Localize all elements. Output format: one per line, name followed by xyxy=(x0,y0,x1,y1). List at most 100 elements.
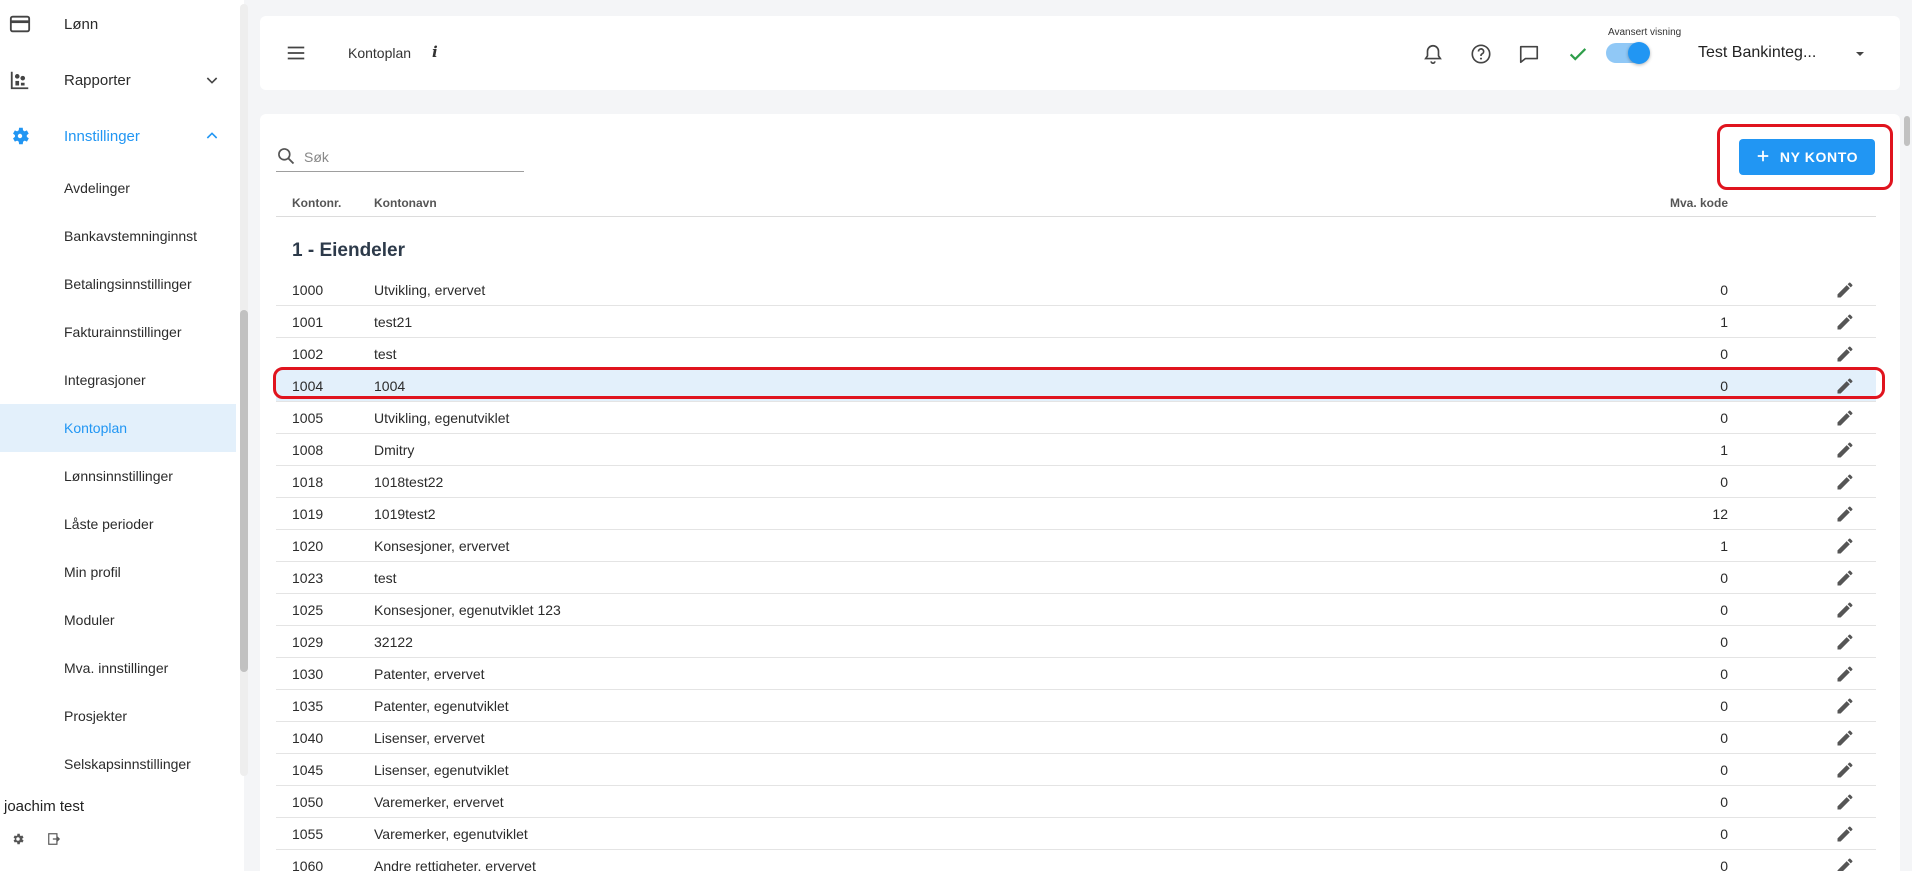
account-number: 1019 xyxy=(292,506,324,522)
edit-pencil-icon[interactable] xyxy=(1834,311,1856,333)
main-scrollbar-thumb[interactable] xyxy=(1904,116,1910,146)
info-icon[interactable]: i xyxy=(432,43,438,61)
account-number: 1008 xyxy=(292,442,324,458)
edit-pencil-icon[interactable] xyxy=(1834,631,1856,653)
account-name: 1018test22 xyxy=(374,474,444,490)
bell-icon[interactable] xyxy=(1419,40,1447,68)
vat-code: 0 xyxy=(1720,634,1728,650)
sidebar-item-prosjekter[interactable]: Prosjekter xyxy=(0,692,236,740)
advanced-view-toggle-knob[interactable] xyxy=(1628,42,1650,64)
table-row[interactable]: 1019 1019test2 12 xyxy=(276,498,1876,530)
column-header-number[interactable]: Kontonr. xyxy=(292,196,341,210)
edit-pencil-icon[interactable] xyxy=(1834,759,1856,781)
company-selector[interactable]: Test Bankinteg... xyxy=(1698,44,1816,62)
table-row[interactable]: 1005 Utvikling, egenutviklet 0 xyxy=(276,402,1876,434)
table-row[interactable]: 1029 32122 0 xyxy=(276,626,1876,658)
vat-code: 1 xyxy=(1720,538,1728,554)
table-row[interactable]: 1025 Konsesjoner, egenutviklet 123 0 xyxy=(276,594,1876,626)
user-name: joachim test xyxy=(4,798,85,815)
account-name: Konsesjoner, ervervet xyxy=(374,538,510,554)
settings-gear-icon[interactable] xyxy=(9,830,27,848)
table-row[interactable]: 1045 Lisenser, egenutviklet 0 xyxy=(276,754,1876,786)
sidebar-item-min-profil[interactable]: Min profil xyxy=(0,548,236,596)
edit-pencil-icon[interactable] xyxy=(1834,663,1856,685)
edit-pencil-icon[interactable] xyxy=(1834,407,1856,429)
table-row[interactable]: 1040 Lisenser, ervervet 0 xyxy=(276,722,1876,754)
table-row[interactable]: 1008 Dmitry 1 xyxy=(276,434,1876,466)
table-row[interactable]: 1050 Varemerker, ervervet 0 xyxy=(276,786,1876,818)
edit-pencil-icon[interactable] xyxy=(1834,343,1856,365)
vat-code: 0 xyxy=(1720,570,1728,586)
edit-pencil-icon[interactable] xyxy=(1834,279,1856,301)
sidebar-item-faktura[interactable]: Fakturainnstillinger xyxy=(0,308,236,356)
column-header-vat[interactable]: Mva. kode xyxy=(1608,196,1728,210)
table-row[interactable]: 1002 test 0 xyxy=(276,338,1876,370)
sidebar-item-label: Låste perioder xyxy=(64,516,154,532)
edit-pencil-icon[interactable] xyxy=(1834,791,1856,813)
edit-pencil-icon[interactable] xyxy=(1834,503,1856,525)
table-row[interactable]: 1030 Patenter, ervervet 0 xyxy=(276,658,1876,690)
edit-pencil-icon[interactable] xyxy=(1834,695,1856,717)
sidebar-item-betaling[interactable]: Betalingsinnstillinger xyxy=(0,260,236,308)
table-row[interactable]: 1000 Utvikling, ervervet 0 xyxy=(276,274,1876,306)
new-account-button[interactable]: NY KONTO xyxy=(1739,139,1875,175)
sidebar-item-innstillinger[interactable]: Innstillinger xyxy=(0,112,236,160)
table-row[interactable]: 1060 Andre rettigheter, ervervet 0 xyxy=(276,850,1876,871)
sidebar-item-mva[interactable]: Mva. innstillinger xyxy=(0,644,236,692)
sidebar-item-moduler[interactable]: Moduler xyxy=(0,596,236,644)
edit-pencil-icon[interactable] xyxy=(1834,375,1856,397)
account-name: test xyxy=(374,570,397,586)
search-input[interactable] xyxy=(304,146,514,168)
advanced-view-label: Avansert visning xyxy=(1608,27,1682,38)
sidebar-scrollbar-thumb[interactable] xyxy=(240,310,248,672)
sidebar-item-label: Innstillinger xyxy=(64,127,140,145)
edit-pencil-icon[interactable] xyxy=(1834,567,1856,589)
sidebar-item-lonn[interactable]: Lønn xyxy=(0,0,236,48)
sidebar-item-bankavstemning[interactable]: Bankavstemninginnst xyxy=(0,212,236,260)
chevron-up-icon[interactable] xyxy=(200,124,224,148)
dropdown-arrow-icon[interactable] xyxy=(1852,46,1868,62)
sidebar-item-avdelinger[interactable]: Avdelinger xyxy=(0,164,236,212)
table-header: Kontonr. Kontonavn Mva. kode xyxy=(276,189,1876,217)
sidebar-item-lonnsinnstillinger[interactable]: Lønnsinnstillinger xyxy=(0,452,236,500)
edit-pencil-icon[interactable] xyxy=(1834,823,1856,845)
menu-icon[interactable] xyxy=(282,39,310,67)
edit-pencil-icon[interactable] xyxy=(1834,439,1856,461)
account-number: 1040 xyxy=(292,730,324,746)
table-row[interactable]: 1023 test 0 xyxy=(276,562,1876,594)
edit-pencil-icon[interactable] xyxy=(1834,535,1856,557)
vat-code: 0 xyxy=(1720,666,1728,682)
gear-icon xyxy=(8,124,32,148)
page-title: Kontoplan xyxy=(348,45,412,61)
table-row[interactable]: 1004 1004 0 xyxy=(276,370,1876,402)
edit-pencil-icon[interactable] xyxy=(1834,599,1856,621)
edit-pencil-icon[interactable] xyxy=(1834,471,1856,493)
account-name: 1019test2 xyxy=(374,506,436,522)
sidebar: Lønn Rapporter Innstillinger Avdelinger … xyxy=(0,0,248,871)
account-number: 1060 xyxy=(292,858,324,871)
column-header-name[interactable]: Kontonavn xyxy=(374,196,437,210)
sidebar-item-rapporter[interactable]: Rapporter xyxy=(0,56,236,104)
search-field[interactable] xyxy=(276,142,524,172)
vat-code: 0 xyxy=(1720,762,1728,778)
sidebar-item-label: Selskapsinnstillinger xyxy=(64,756,191,772)
sidebar-item-integrasjoner[interactable]: Integrasjoner xyxy=(0,356,236,404)
sidebar-item-laste-perioder[interactable]: Låste perioder xyxy=(0,500,236,548)
edit-pencil-icon[interactable] xyxy=(1834,855,1856,871)
edit-pencil-icon[interactable] xyxy=(1834,727,1856,749)
sidebar-item-selskap[interactable]: Selskapsinnstillinger xyxy=(0,740,236,788)
chevron-down-icon[interactable] xyxy=(200,68,224,92)
account-name: Lisenser, ervervet xyxy=(374,730,485,746)
table-row[interactable]: 1035 Patenter, egenutviklet 0 xyxy=(276,690,1876,722)
chat-icon[interactable] xyxy=(1515,40,1543,68)
table-row[interactable]: 1018 1018test22 0 xyxy=(276,466,1876,498)
table-row[interactable]: 1020 Konsesjoner, ervervet 1 xyxy=(276,530,1876,562)
checkmark-icon[interactable] xyxy=(1564,40,1592,68)
logout-icon[interactable] xyxy=(45,830,63,848)
table-row[interactable]: 1055 Varemerker, egenutviklet 0 xyxy=(276,818,1876,850)
help-icon[interactable] xyxy=(1467,40,1495,68)
table-row[interactable]: 1001 test21 1 xyxy=(276,306,1876,338)
vat-code: 0 xyxy=(1720,826,1728,842)
account-name: Utvikling, ervervet xyxy=(374,282,486,298)
sidebar-item-kontoplan[interactable]: Kontoplan xyxy=(0,404,236,452)
